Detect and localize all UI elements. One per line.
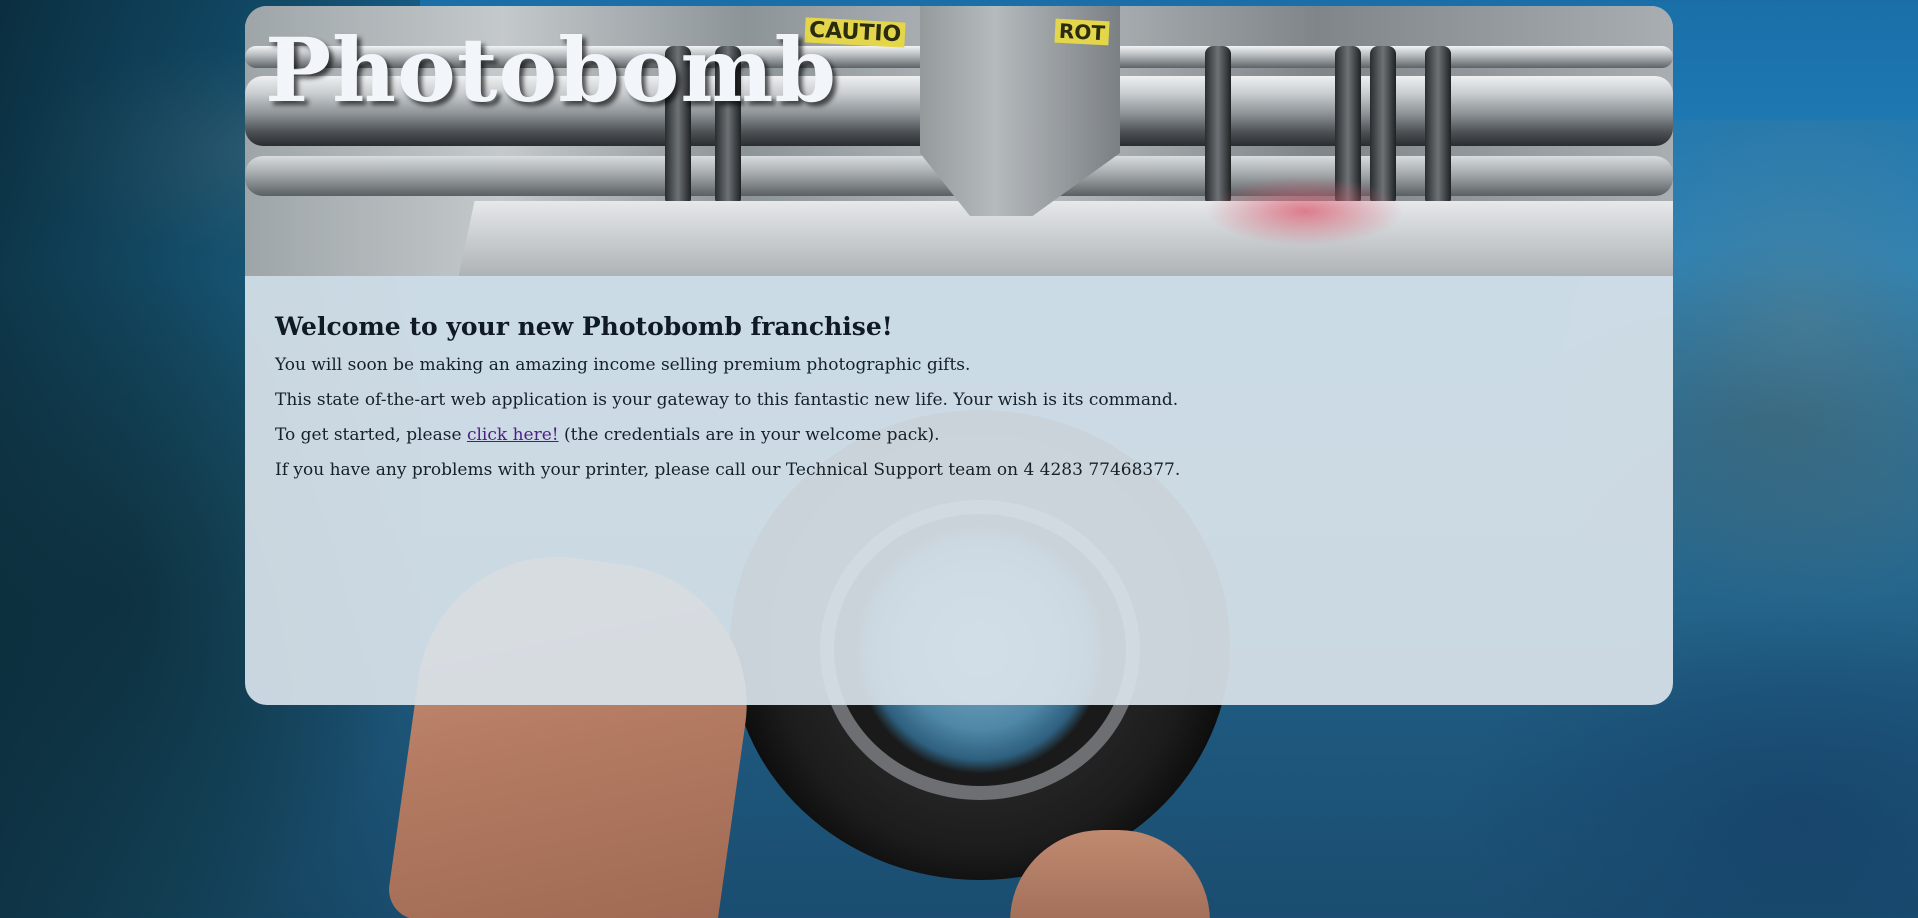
site-title: Photobomb [265, 18, 838, 122]
get-started-text: To get started, please [275, 425, 467, 445]
intro-paragraph: You will soon be making an amazing incom… [275, 355, 971, 375]
header-banner: CAUTIO ROT Photobomb [245, 6, 1673, 276]
welcome-heading: Welcome to your new Photobomb franchise! [275, 312, 893, 341]
content-area: Welcome to your new Photobomb franchise!… [245, 276, 1673, 481]
support-paragraph: If you have any problems with your print… [275, 460, 1181, 480]
login-link[interactable]: click here! [467, 425, 559, 445]
banner-rot-label: ROT [1054, 18, 1110, 46]
banner-paper-print [1205, 176, 1405, 246]
main-card: CAUTIO ROT Photobomb Welcome to your new… [245, 6, 1673, 705]
banner-collar [1425, 46, 1451, 206]
banner-paper-sheet [455, 201, 1673, 276]
credentials-note: (the credentials are in your welcome pac… [558, 425, 940, 445]
gateway-paragraph: This state of-the-art web application is… [275, 390, 1179, 410]
get-started-paragraph: To get started, please click here! (the … [275, 425, 1643, 446]
